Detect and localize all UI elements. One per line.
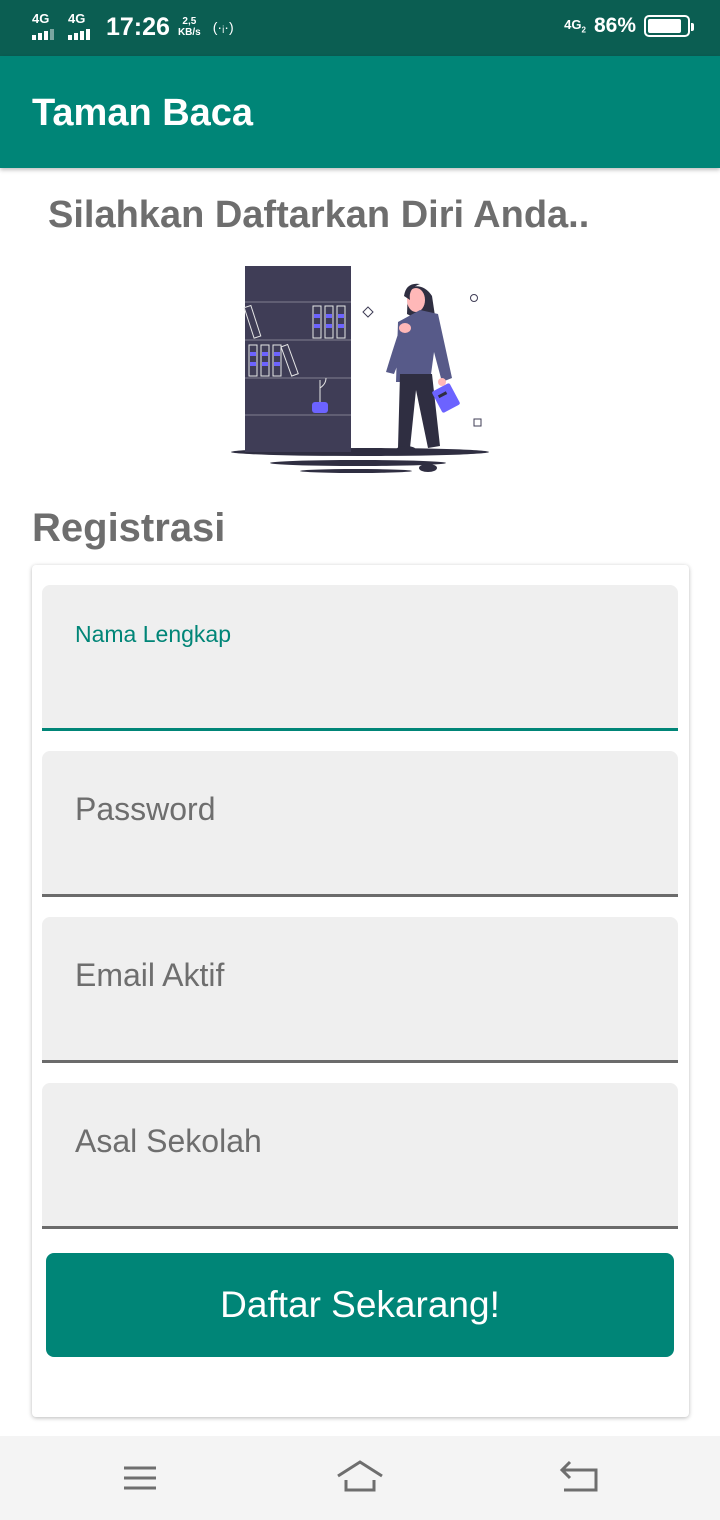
volte-icon: 4G2: [564, 17, 586, 35]
status-bar: 4G 4G 17:26 2,5 KB/s (·ᵢ·) 4G2 86%: [0, 0, 720, 56]
password-field[interactable]: Password: [42, 751, 678, 897]
network-speed: 2,5 KB/s: [178, 16, 201, 38]
hotspot-icon: (·ᵢ·): [212, 19, 234, 35]
registration-form-card: Nama Lengkap Password Email Aktif Asal S…: [32, 565, 689, 1417]
floor-shadow: [300, 469, 412, 473]
app-title: Taman Baca: [32, 92, 254, 134]
woman-figure: [386, 283, 460, 472]
bookshelf-illustration: [231, 266, 489, 473]
school-placeholder: Asal Sekolah: [75, 1123, 262, 1159]
floor-shadow: [270, 460, 446, 466]
menu-icon[interactable]: [116, 1454, 164, 1502]
school-field[interactable]: Asal Sekolah: [42, 1083, 678, 1229]
back-icon[interactable]: [556, 1454, 604, 1502]
password-placeholder: Password: [75, 791, 216, 827]
square-decoration: [473, 418, 482, 427]
signal-sim2-icon: 4G: [66, 12, 100, 42]
greeting-text: Silahkan Daftarkan Diri Anda..: [48, 194, 590, 236]
network-type-sim1: 4G: [32, 11, 50, 26]
volte-label: 4G: [564, 17, 582, 33]
registration-title: Registrasi: [32, 506, 226, 550]
network-speed-value: 2,5: [182, 16, 197, 27]
battery-icon: [644, 15, 694, 37]
full-name-field[interactable]: Nama Lengkap: [42, 585, 678, 731]
clock: 17:26: [106, 12, 170, 41]
battery-percent: 86%: [593, 14, 636, 37]
register-button[interactable]: Daftar Sekarang!: [46, 1253, 674, 1357]
app-bar: Taman Baca: [0, 56, 720, 168]
signal-sim1-icon: 4G: [30, 12, 64, 42]
network-type-sim2: 4G: [68, 11, 86, 26]
home-icon[interactable]: [336, 1454, 384, 1502]
navigation-bar: [0, 1436, 720, 1520]
circle-decoration: [470, 294, 478, 302]
diamond-decoration: [362, 306, 374, 318]
battery-fill: [648, 19, 681, 33]
network-speed-unit: KB/s: [177, 27, 201, 38]
email-placeholder: Email Aktif: [75, 957, 225, 993]
email-field[interactable]: Email Aktif: [42, 917, 678, 1063]
full-name-label: Nama Lengkap: [75, 621, 231, 647]
